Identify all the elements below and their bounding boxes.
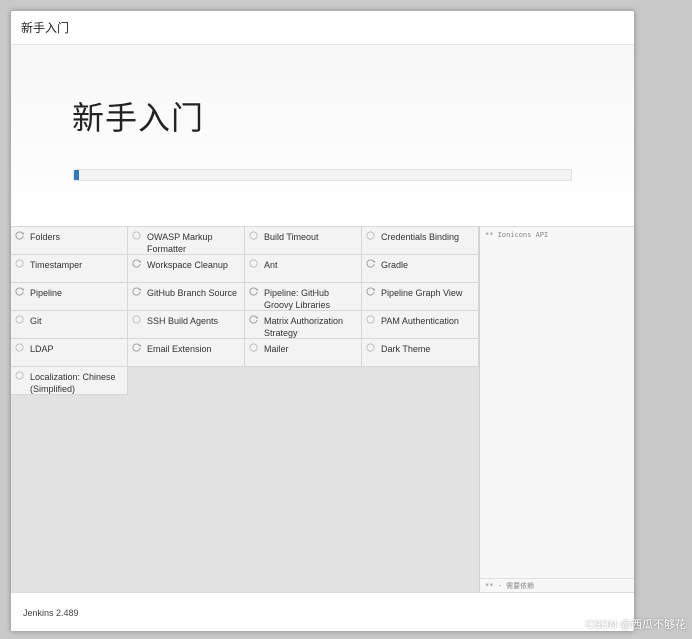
circle-icon [15,371,24,380]
plugin-name: Git [30,316,42,326]
dialog-header: 新手入门 [11,11,634,45]
setup-wizard-dialog: 新手入门 新手入门 Folders OWASP Markup Formatter B… [11,11,634,631]
plugin-item: Timestamper [11,255,128,283]
plugin-item: Email Extension [128,339,245,367]
install-body: Folders OWASP Markup Formatter Build Timeo… [11,227,634,592]
circle-icon [15,343,24,352]
plugin-name: Workspace Cleanup [147,260,228,270]
refresh-icon [15,287,24,296]
plugin-name: GitHub Branch Source [147,288,238,298]
refresh-icon [132,259,141,268]
jenkins-version: Jenkins 2.489 [23,608,79,618]
install-progress-bar [73,169,572,181]
plugin-name: Ant [264,260,278,270]
circle-icon [132,231,141,240]
refresh-icon [366,259,375,268]
plugin-name: Matrix Authorization Strategy [264,316,344,338]
plugin-name: PAM Authentication [381,316,459,326]
plugin-item: Pipeline [11,283,128,311]
page-title: 新手入门 [72,100,205,136]
refresh-icon [132,343,141,352]
dialog-title: 新手入门 [21,21,70,35]
plugin-name: Dark Theme [381,344,431,354]
plugin-item: Gradle [362,255,479,283]
hero-banner: 新手入门 [11,45,634,227]
circle-icon [249,231,258,240]
circle-icon [366,315,375,324]
plugin-item: Pipeline Graph View [362,283,479,311]
circle-icon [15,315,24,324]
plugin-item: LDAP [11,339,128,367]
plugin-item: Mailer [245,339,362,367]
circle-icon [366,231,375,240]
plugin-name: Folders [30,232,61,242]
plugin-item: Pipeline: GitHub Groovy Libraries [245,283,362,311]
plugin-name: OWASP Markup Formatter [147,232,213,254]
plugin-name: Pipeline Graph View [381,288,463,298]
plugin-item: Ant [245,255,362,283]
plugin-item: Dark Theme [362,339,479,367]
plugin-name: Credentials Binding [381,232,460,242]
plugin-name: LDAP [30,344,54,354]
plugin-item: Matrix Authorization Strategy [245,311,362,339]
watermark: CSDN @西瓜不够花 [585,619,686,631]
plugin-name: Mailer [264,344,289,354]
plugin-name: Localization: Chinese (Simplified) [30,372,116,394]
plugin-item: Build Timeout [245,227,362,255]
plugin-name: Gradle [381,260,409,270]
plugin-name: SSH Build Agents [147,316,219,326]
plugin-name: Pipeline [30,288,63,298]
circle-icon [366,343,375,352]
plugin-name: Pipeline: GitHub Groovy Libraries [264,288,331,310]
log-line: ** Ionicons API [485,231,549,239]
plugin-item: Credentials Binding [362,227,479,255]
plugin-item: OWASP Markup Formatter [128,227,245,255]
install-log-panel[interactable]: ** Ionicons API ** - 需要依赖 [480,227,634,592]
log-legend: ** - 需要依赖 [480,578,634,592]
circle-icon [132,315,141,324]
plugin-name: Build Timeout [264,232,319,242]
circle-icon [249,343,258,352]
refresh-icon [249,315,258,324]
plugin-name: Email Extension [147,344,212,354]
plugin-item: GitHub Branch Source [128,283,245,311]
plugin-item: SSH Build Agents [128,311,245,339]
dialog-footer: Jenkins 2.489 [11,592,634,631]
plugin-grid-area: Folders OWASP Markup Formatter Build Timeo… [11,227,480,592]
refresh-icon [249,287,258,296]
refresh-icon [366,287,375,296]
plugin-item: Workspace Cleanup [128,255,245,283]
circle-icon [15,259,24,268]
refresh-icon [15,231,24,240]
plugin-item: PAM Authentication [362,311,479,339]
plugin-item: Git [11,311,128,339]
plugin-item: Localization: Chinese (Simplified) [11,367,128,395]
plugin-grid: Folders OWASP Markup Formatter Build Timeo… [11,227,479,395]
plugin-item: Folders [11,227,128,255]
install-progress-fill [74,170,79,180]
refresh-icon [132,287,141,296]
circle-icon [249,259,258,268]
plugin-name: Timestamper [30,260,83,270]
